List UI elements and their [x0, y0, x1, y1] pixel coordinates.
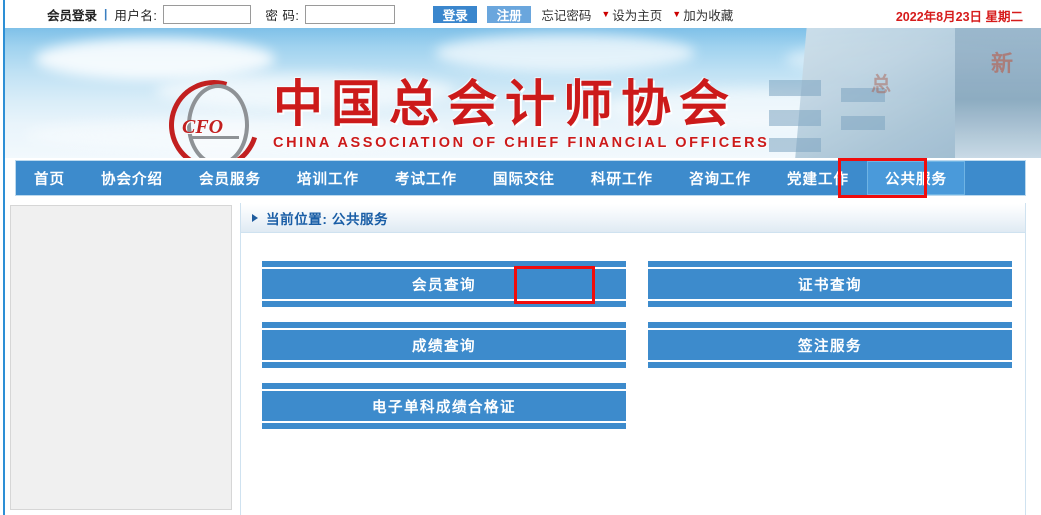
member-login-label: 会员登录 — [47, 8, 98, 23]
building-window — [769, 138, 821, 152]
service-label: 签注服务 — [798, 338, 862, 355]
page-root: 会员登录 | 用户名: 密 码: 登录 注册 忘记密码 ▼ 设为主页 ▼ 加为收… — [0, 0, 1041, 515]
service-row: 电子单科成绩合格证 — [262, 383, 1002, 429]
cloud-decoration — [35, 38, 275, 80]
service-cell: 签注服务 — [648, 322, 1012, 368]
password-label: 密 码: — [265, 8, 300, 23]
service-label: 会员查询 — [412, 277, 476, 294]
certificate-query-highlight-box — [514, 266, 595, 304]
site-title-cn: 中国总会计师协会 — [273, 74, 737, 133]
building-window — [769, 110, 821, 126]
current-date: 2022年8月23日 星期二 — [895, 10, 1023, 24]
service-label: 证书查询 — [798, 277, 862, 294]
service-button-electronic-subject-certificate[interactable]: 电子单科成绩合格证 — [262, 383, 626, 429]
button-body: 电子单科成绩合格证 — [262, 391, 626, 421]
site-title-en: CHINA ASSOCIATION OF CHIEF FINANCIAL OFF… — [273, 134, 770, 151]
site-title-block: 中国总会计师协会 CHINA ASSOCIATION OF CHIEF FINA… — [273, 74, 770, 151]
forgot-password-link[interactable]: 忘记密码 — [541, 5, 591, 24]
service-button-score-query[interactable]: 成绩查询 — [262, 322, 626, 368]
nav-public-service-highlight-box — [838, 158, 927, 198]
service-button-certificate-query[interactable]: 证书查询 — [648, 261, 1012, 307]
set-homepage-link[interactable]: 设为主页 — [612, 5, 662, 24]
building-sign-text-2: 总 — [871, 72, 891, 96]
site-banner: 新 总 CFO 中国总会计师协会 CHINA ASSOCIATION OF CH… — [5, 28, 1041, 158]
breadcrumb-text: 当前位置: 公共服务 — [266, 212, 389, 227]
service-label: 电子单科成绩合格证 — [372, 399, 516, 416]
service-row: 会员查询 证书查询 — [262, 261, 1012, 307]
building-photo: 新 总 — [741, 28, 1041, 158]
caret-down-icon-homepage: ▼ — [601, 9, 611, 19]
service-label: 成绩查询 — [412, 338, 476, 355]
button-bottom-bar — [648, 301, 1012, 307]
triangle-right-icon — [252, 214, 258, 222]
button-bottom-bar — [262, 423, 626, 429]
button-bottom-bar — [648, 362, 1012, 368]
register-button[interactable]: 注册 — [487, 5, 532, 23]
nav-item-training[interactable]: 培训工作 — [279, 161, 377, 195]
caret-down-icon-favorite: ▼ — [672, 9, 682, 19]
nav-item-exam[interactable]: 考试工作 — [377, 161, 475, 195]
service-cell: 成绩查询 — [262, 322, 626, 368]
service-button-grid: 会员查询 证书查询 成绩查询 签注服务 电子单科成绩合格证 — [262, 261, 1012, 444]
breadcrumb: 当前位置: 公共服务 — [241, 204, 1025, 233]
cloud-decoration — [435, 34, 695, 72]
username-input[interactable] — [163, 4, 252, 24]
password-input[interactable] — [305, 4, 396, 24]
nav-item-member-service[interactable]: 会员服务 — [181, 161, 279, 195]
button-bottom-bar — [262, 362, 626, 368]
topbar-separator: | — [104, 7, 108, 21]
nav-item-research[interactable]: 科研工作 — [573, 161, 671, 195]
building-sign-text: 新 — [990, 51, 1019, 77]
cfo-logo-icon: CFO — [153, 64, 275, 158]
login-button[interactable]: 登录 — [433, 5, 478, 23]
service-cell: 电子单科成绩合格证 — [262, 383, 626, 429]
button-body: 签注服务 — [648, 330, 1012, 360]
left-sidebar — [10, 205, 232, 510]
top-utility-bar: 会员登录 | 用户名: 密 码: 登录 注册 忘记密码 ▼ 设为主页 ▼ 加为收… — [5, 0, 1041, 28]
service-button-endorsement-service[interactable]: 签注服务 — [648, 322, 1012, 368]
service-cell: 证书查询 — [648, 261, 1012, 307]
building-window — [841, 116, 885, 130]
username-label: 用户名: — [114, 8, 158, 23]
site-logo[interactable]: CFO 中国总会计师协会 CHINA ASSOCIATION OF CHIEF … — [153, 64, 770, 158]
logo-cfo-text: CFO — [182, 116, 224, 138]
nav-item-international[interactable]: 国际交往 — [475, 161, 573, 195]
nav-item-association-intro[interactable]: 协会介绍 — [83, 161, 181, 195]
service-row: 成绩查询 签注服务 — [262, 322, 1012, 368]
add-favorite-link[interactable]: 加为收藏 — [683, 5, 733, 24]
building-window — [769, 80, 821, 96]
button-body: 证书查询 — [648, 269, 1012, 299]
nav-item-home[interactable]: 首页 — [16, 161, 83, 195]
button-body: 成绩查询 — [262, 330, 626, 360]
nav-item-consulting[interactable]: 咨询工作 — [671, 161, 769, 195]
